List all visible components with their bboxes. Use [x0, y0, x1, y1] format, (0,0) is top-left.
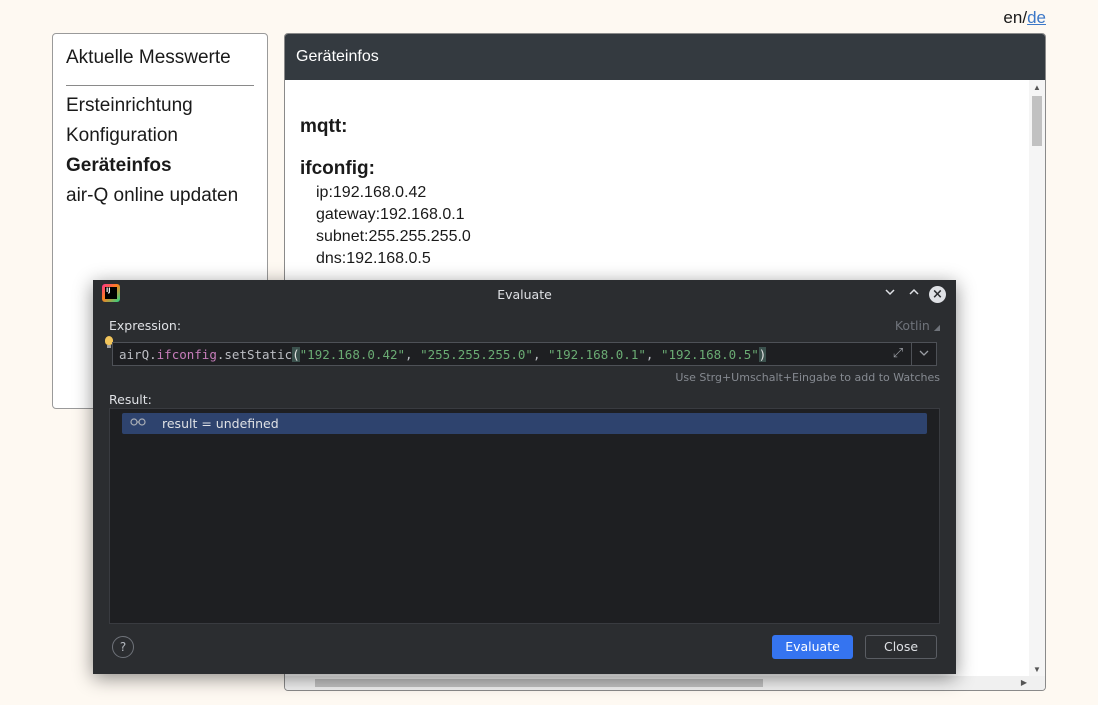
ifconfig-ip: ip:192.168.0.42 — [316, 184, 427, 201]
sidebar-divider — [66, 85, 254, 86]
vertical-scroll-thumb[interactable] — [1032, 96, 1042, 146]
watches-hint: Use Strg+Umschalt+Eingabe to add to Watc… — [675, 371, 940, 384]
result-row[interactable]: result = undefined — [122, 413, 927, 434]
expr-property: ifconfig — [156, 347, 217, 362]
language-selector[interactable]: Kotlin ◢ — [895, 318, 940, 333]
history-dropdown-icon[interactable] — [917, 346, 931, 362]
expr-comma: , — [645, 347, 661, 362]
panel-title: Geräteinfos — [285, 34, 1045, 80]
scroll-up-icon[interactable]: ▲ — [1029, 83, 1045, 92]
result-panel: result = undefined — [109, 408, 940, 624]
lang-current: en — [1003, 8, 1023, 27]
dropdown-arrow-icon: ◢ — [933, 323, 940, 332]
chevron-up-icon[interactable] — [906, 286, 922, 302]
evaluate-button[interactable]: Evaluate — [772, 635, 853, 659]
sidebar-heading[interactable]: Aktuelle Messwerte — [66, 47, 231, 69]
evaluate-dialog: IJ Evaluate × Expression: Kotlin ◢ airQ.… — [93, 280, 956, 674]
sidebar-item-geraeteinfos[interactable]: Geräteinfos — [66, 155, 238, 185]
close-icon[interactable]: × — [929, 286, 946, 303]
expr-dot: . — [149, 347, 157, 362]
horizontal-scroll-thumb[interactable] — [315, 679, 763, 687]
expression-code[interactable]: airQ.ifconfig.setStatic("192.168.0.42", … — [119, 347, 767, 362]
dialog-titlebar[interactable]: IJ Evaluate × — [93, 280, 956, 308]
panel-content: mqtt: ifconfig: ip:192.168.0.42 gateway:… — [300, 116, 471, 270]
sidebar-item-konfiguration[interactable]: Konfiguration — [66, 125, 238, 155]
expr-arg: "192.168.0.1" — [548, 347, 646, 362]
expr-close-paren: ) — [758, 347, 767, 362]
ifconfig-gateway: gateway:192.168.0.1 — [316, 206, 465, 223]
expr-open-paren: ( — [292, 347, 300, 362]
section-mqtt: mqtt: — [300, 116, 348, 137]
language-label: Kotlin — [894, 318, 930, 333]
section-ifconfig: ifconfig: — [300, 158, 375, 179]
result-label: Result: — [109, 392, 152, 407]
dialog-title: Evaluate — [497, 287, 552, 302]
dropdown-divider — [911, 343, 912, 365]
expr-comma: , — [532, 347, 549, 362]
ifconfig-subnet: subnet:255.255.255.0 — [316, 228, 471, 245]
lightbulb-base — [107, 345, 111, 348]
horizontal-scrollbar[interactable]: ▶ — [285, 676, 1045, 690]
scroll-down-icon[interactable]: ▼ — [1029, 665, 1045, 674]
expr-receiver: airQ — [119, 347, 150, 362]
expr-comma: , — [405, 347, 421, 362]
expr-arg: "192.168.0.5" — [660, 347, 759, 362]
vertical-scrollbar[interactable]: ▲ ▼ — [1029, 80, 1045, 676]
expression-label: Expression: — [109, 318, 182, 333]
expr-function: setStatic — [224, 347, 293, 362]
sidebar-item-update[interactable]: air-Q online updaten — [66, 185, 238, 215]
expression-input[interactable]: airQ.ifconfig.setStatic("192.168.0.42", … — [112, 342, 937, 366]
expr-arg: "192.168.0.42" — [299, 347, 406, 362]
result-value: result = undefined — [162, 416, 279, 431]
expand-icon[interactable]: ⤢ — [890, 346, 906, 362]
close-button[interactable]: Close — [865, 635, 937, 659]
expr-arg: "255.255.255.0" — [420, 347, 533, 362]
chevron-down-icon[interactable] — [882, 286, 898, 302]
scroll-right-icon[interactable]: ▶ — [1021, 676, 1027, 690]
sidebar-nav: Ersteinrichtung Konfiguration Geräteinfo… — [66, 95, 238, 215]
lang-link-de[interactable]: de — [1027, 8, 1046, 27]
ifconfig-dns: dns:192.168.0.5 — [316, 250, 431, 267]
help-icon[interactable]: ? — [112, 636, 134, 658]
glasses-icon — [130, 416, 146, 430]
language-switcher: en/de — [1003, 8, 1046, 28]
sidebar-item-ersteinrichtung[interactable]: Ersteinrichtung — [66, 95, 238, 125]
